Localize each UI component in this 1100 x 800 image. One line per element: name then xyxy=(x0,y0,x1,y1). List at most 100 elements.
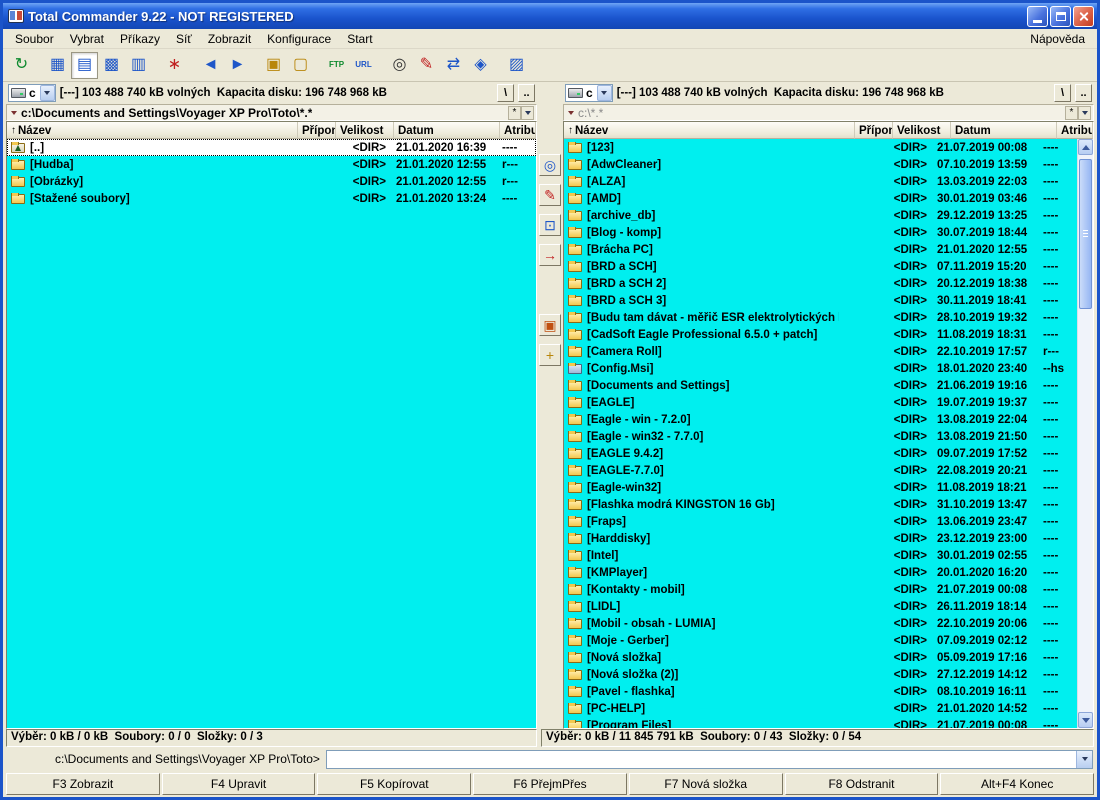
[Eagle-win32][interactable]: [Eagle-win32] <DIR> 11.08.2019 18:21 ---… xyxy=(564,479,1077,496)
quick-view-icon[interactable]: ◎ xyxy=(539,154,561,176)
scrollbar-thumb[interactable] xyxy=(1079,159,1092,309)
[Budu tam dávat - měřič ESR elektrolytických kon..][interactable]: [Budu tam dávat - měřič ESR elektrolytic… xyxy=(564,309,1077,326)
[Flashka modrá KINGSTON 16 Gb][interactable]: [Flashka modrá KINGSTON 16 Gb] <DIR> 31.… xyxy=(564,496,1077,513)
menu-napoveda[interactable]: Nápověda xyxy=(1022,30,1093,48)
[Documents and Settings][interactable]: [Documents and Settings] <DIR> 21.06.201… xyxy=(564,377,1077,394)
hotlist-button[interactable] xyxy=(1078,106,1091,120)
run-tool-icon[interactable]: ∗ xyxy=(161,52,188,79)
[CadSoft Eagle Professional 6.5.0 + patch][interactable]: [CadSoft Eagle Professional 6.5.0 + patc… xyxy=(564,326,1077,343)
[Harddisky][interactable]: [Harddisky] <DIR> 23.12.2019 23:00 ---- xyxy=(564,530,1077,547)
pack-icon[interactable]: ▣ xyxy=(260,52,287,79)
command-history-button[interactable] xyxy=(1076,751,1092,768)
minimize-button[interactable] xyxy=(1027,6,1048,27)
[AdwCleaner][interactable]: [AdwCleaner] <DIR> 07.10.2019 13:59 ---- xyxy=(564,156,1077,173)
column-header-atributy[interactable]: Atributy xyxy=(1057,122,1093,139)
brief-view-icon[interactable]: ▦ xyxy=(44,52,71,79)
sync-dirs-icon[interactable]: ⇄ xyxy=(440,52,467,79)
[Eagle - win - 7.2.0][interactable]: [Eagle - win - 7.2.0] <DIR> 13.08.2019 2… xyxy=(564,411,1077,428)
[Mobil - obsah - LUMIA][interactable]: [Mobil - obsah - LUMIA] <DIR> 22.10.2019… xyxy=(564,615,1077,632)
refresh-icon[interactable]: ↻ xyxy=(8,52,35,79)
vertical-scrollbar[interactable] xyxy=(1077,139,1093,728)
root-dir-button[interactable]: \ xyxy=(497,84,514,102)
[EAGLE 9.4.2][interactable]: [EAGLE 9.4.2] <DIR> 09.07.2019 17:52 ---… xyxy=(564,445,1077,462)
root-dir-button[interactable]: \ xyxy=(1054,84,1071,102)
forward-icon[interactable]: ► xyxy=(224,52,251,79)
maximize-button[interactable] xyxy=(1050,6,1071,27)
close-button[interactable] xyxy=(1073,6,1094,27)
tree-view-icon[interactable]: ▥ xyxy=(125,52,152,79)
[Camera Roll][interactable]: [Camera Roll] <DIR> 22.10.2019 17:57 r--… xyxy=(564,343,1077,360)
menu-prikazy[interactable]: Příkazy xyxy=(112,30,168,48)
new-folder-icon[interactable]: + xyxy=(539,344,561,366)
history-button[interactable]: * xyxy=(508,106,521,120)
f6-move-button[interactable]: F6 PřejmPřes xyxy=(473,773,627,795)
[Config.Msi][interactable]: [Config.Msi] <DIR> 18.01.2020 23:40 --hs xyxy=(564,360,1077,377)
hotlist-button[interactable] xyxy=(521,106,534,120)
column-header-nazev[interactable]: ↑Název xyxy=(564,122,855,139)
[BRD a SCH 3][interactable]: [BRD a SCH 3] <DIR> 30.11.2019 18:41 ---… xyxy=(564,292,1077,309)
title-bar[interactable]: Total Commander 9.22 - NOT REGISTERED xyxy=(3,3,1097,29)
multi-rename-icon[interactable]: ✎ xyxy=(413,52,440,79)
f7-newfolder-button[interactable]: F7 Nová složka xyxy=(629,773,783,795)
column-header-velikost[interactable]: Velikost xyxy=(336,122,394,139)
menu-soubor[interactable]: Soubor xyxy=(7,30,62,48)
menu-sit[interactable]: Síť xyxy=(168,30,200,48)
[Pavel - flashka][interactable]: [Pavel - flashka] <DIR> 08.10.2019 16:11… xyxy=(564,683,1077,700)
[Kontakty - mobil][interactable]: [Kontakty - mobil] <DIR> 21.07.2019 00:0… xyxy=(564,581,1077,598)
full-view-icon[interactable]: ▤ xyxy=(71,52,98,79)
[Blog - komp][interactable]: [Blog - komp] <DIR> 30.07.2019 18:44 ---… xyxy=(564,224,1077,241)
thumbnails-view-icon[interactable]: ▩ xyxy=(98,52,125,79)
drive-selector[interactable]: c xyxy=(565,84,613,102)
drive-dropdown-button[interactable] xyxy=(597,85,612,101)
[BRD a SCH 2][interactable]: [BRD a SCH 2] <DIR> 20.12.2019 18:38 ---… xyxy=(564,275,1077,292)
column-header-nazev[interactable]: ↑Název xyxy=(7,122,298,139)
[Nová složka (2)][interactable]: [Nová složka (2)] <DIR> 27.12.2019 14:12… xyxy=(564,666,1077,683)
[Intel][interactable]: [Intel] <DIR> 30.01.2019 02:55 ---- xyxy=(564,547,1077,564)
copy-file-icon[interactable]: ⊡ xyxy=(539,214,561,236)
f8-delete-button[interactable]: F8 Odstranit xyxy=(785,773,939,795)
column-header-datum[interactable]: Datum xyxy=(951,122,1057,139)
custom-command-icon[interactable]: ▨ xyxy=(503,52,530,79)
ftp-url-icon[interactable]: URL xyxy=(350,52,377,79)
[LIDL][interactable]: [LIDL] <DIR> 26.11.2019 18:14 ---- xyxy=(564,598,1077,615)
[Brácha PC][interactable]: [Brácha PC] <DIR> 21.01.2020 12:55 ---- xyxy=(564,241,1077,258)
[Eagle - win32 - 7.7.0][interactable]: [Eagle - win32 - 7.7.0] <DIR> 13.08.2019… xyxy=(564,428,1077,445)
f3-view-button[interactable]: F3 Zobrazit xyxy=(6,773,160,795)
menu-konfigurace[interactable]: Konfigurace xyxy=(259,30,339,48)
column-header-pripona[interactable]: Přípona xyxy=(298,122,336,139)
[Fraps][interactable]: [Fraps] <DIR> 13.06.2019 23:47 ---- xyxy=(564,513,1077,530)
unpack-icon[interactable]: ▢ xyxy=(287,52,314,79)
[Obrázky][interactable]: [Obrázky] <DIR> 21.01.2020 12:55 r--- xyxy=(7,173,536,190)
[AMD][interactable]: [AMD] <DIR> 30.01.2019 03:46 ---- xyxy=(564,190,1077,207)
[Program Files][interactable]: [Program Files] <DIR> 21.07.2019 00:08 -… xyxy=(564,717,1077,728)
column-header-datum[interactable]: Datum xyxy=(394,122,500,139)
search-icon[interactable]: ◎ xyxy=(386,52,413,79)
left-path-bar[interactable]: c:\Documents and Settings\Voyager XP Pro… xyxy=(6,104,537,121)
column-header-atributy[interactable]: Atributy xyxy=(500,122,536,139)
menu-start[interactable]: Start xyxy=(339,30,380,48)
parent-dir-button[interactable]: .. xyxy=(1075,84,1092,102)
parent-dir-button[interactable]: .. xyxy=(518,84,535,102)
[Nová složka][interactable]: [Nová složka] <DIR> 05.09.2019 17:16 ---… xyxy=(564,649,1077,666)
[..][interactable]: [..] <DIR> 21.01.2020 16:39 ---- xyxy=(7,139,536,156)
history-button[interactable]: * xyxy=(1065,106,1078,120)
command-input[interactable] xyxy=(327,751,1076,768)
[ALZA][interactable]: [ALZA] <DIR> 13.03.2019 22:03 ---- xyxy=(564,173,1077,190)
f5-copy-button[interactable]: F5 Kopírovat xyxy=(317,773,471,795)
scrollbar-track[interactable] xyxy=(1078,155,1093,712)
pack-files-icon[interactable]: ▣ xyxy=(539,314,561,336)
[Moje - Gerber][interactable]: [Moje - Gerber] <DIR> 07.09.2019 02:12 -… xyxy=(564,632,1077,649)
column-header-pripona[interactable]: Přípona xyxy=(855,122,893,139)
column-header-velikost[interactable]: Velikost xyxy=(893,122,951,139)
[PC-HELP][interactable]: [PC-HELP] <DIR> 21.01.2020 14:52 ---- xyxy=(564,700,1077,717)
compare-icon[interactable]: ◈ xyxy=(467,52,494,79)
drive-selector[interactable]: c xyxy=(8,84,56,102)
move-file-icon[interactable]: → xyxy=(539,244,561,266)
[123][interactable]: [123] <DIR> 21.07.2019 00:08 ---- xyxy=(564,139,1077,156)
menu-zobrazit[interactable]: Zobrazit xyxy=(200,30,259,48)
altf4-exit-button[interactable]: Alt+F4 Konec xyxy=(940,773,1094,795)
scroll-down-button[interactable] xyxy=(1078,712,1093,728)
[EAGLE][interactable]: [EAGLE] <DIR> 19.07.2019 19:37 ---- xyxy=(564,394,1077,411)
f4-edit-button[interactable]: F4 Upravit xyxy=(162,773,316,795)
drive-dropdown-button[interactable] xyxy=(40,85,55,101)
